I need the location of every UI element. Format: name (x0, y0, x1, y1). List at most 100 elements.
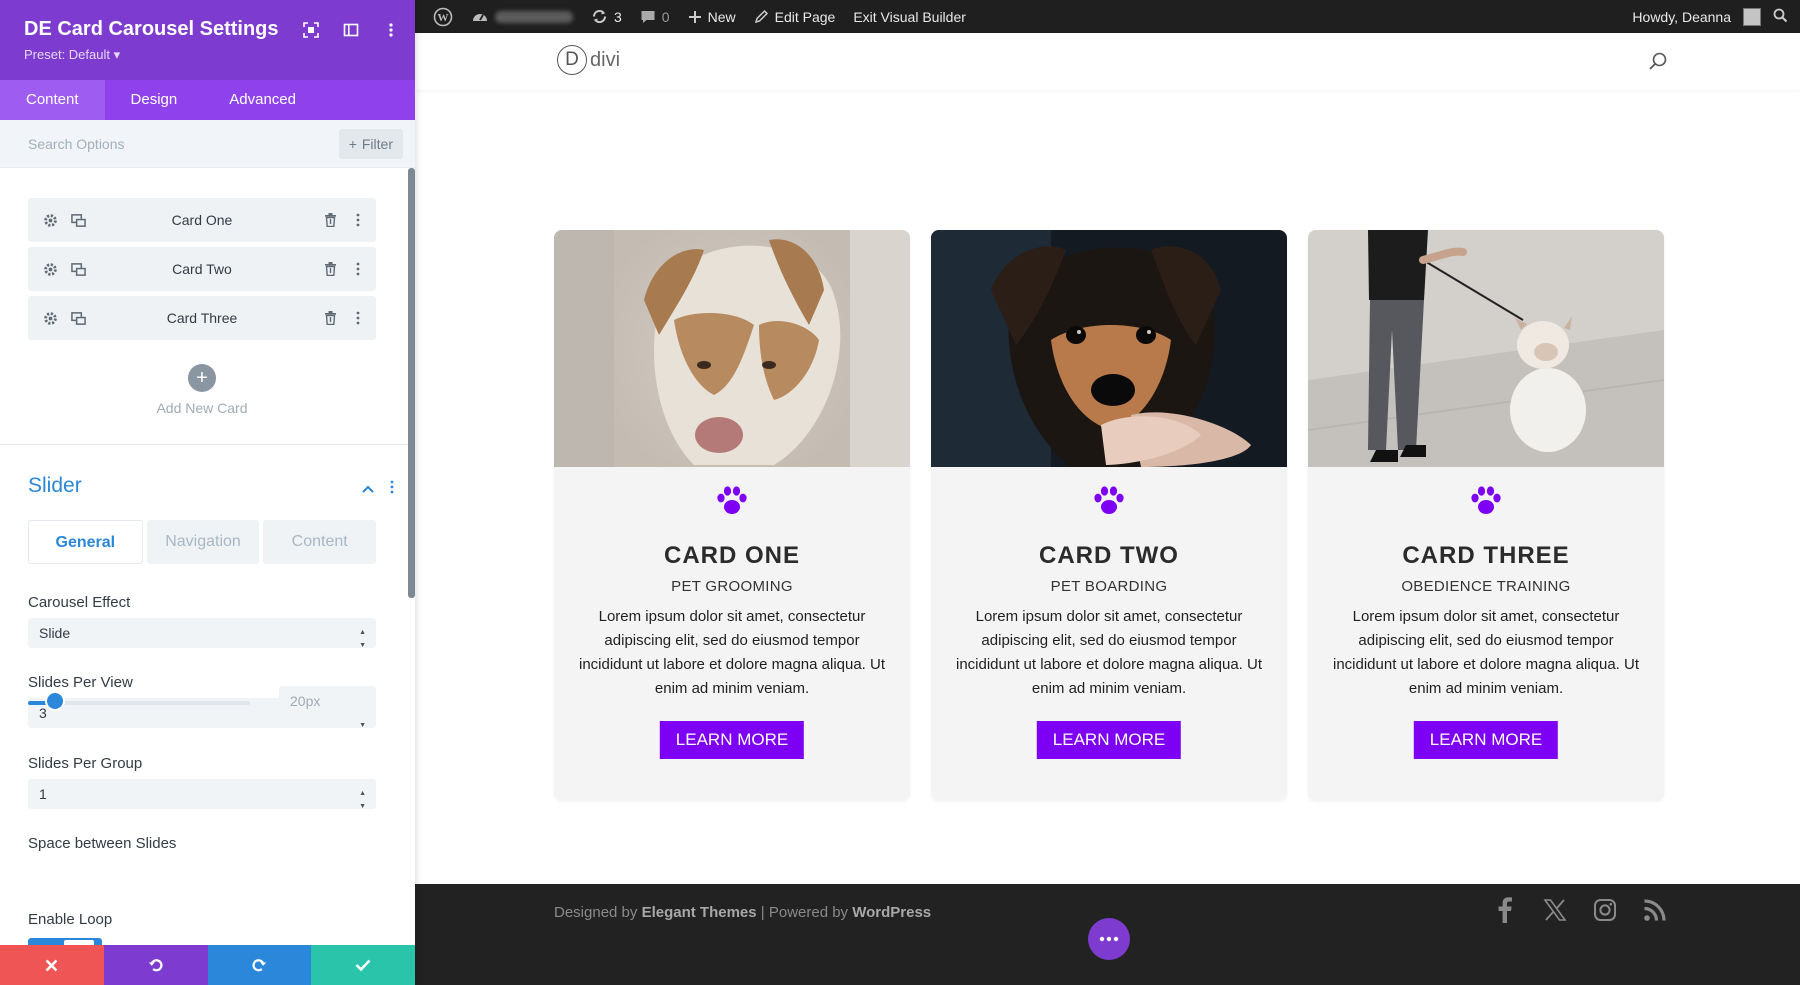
carousel-effect-value: Slide (39, 625, 71, 641)
filter-label: Filter (361, 136, 393, 152)
howdy-user-menu[interactable]: Howdy, Deanna (1632, 9, 1731, 25)
more-options-icon[interactable] (381, 20, 401, 40)
slider-subtabs: General Navigation Content (28, 520, 377, 564)
card-subtitle: OBEDIENCE TRAINING (1401, 578, 1571, 595)
app-root: DE Card Carousel Settings Preset: Defaul… (0, 0, 1800, 985)
edit-page-label: Edit Page (774, 8, 836, 25)
learn-more-button[interactable]: LEARN MORE (1036, 721, 1182, 759)
learn-more-button[interactable]: LEARN MORE (1413, 721, 1559, 759)
subtab-content[interactable]: Content (263, 520, 377, 564)
tab-advanced[interactable]: Advanced (203, 80, 322, 120)
tab-content[interactable]: Content (0, 80, 105, 120)
preset-dropdown[interactable]: Preset: Default ▾ (24, 47, 120, 63)
panel-header: DE Card Carousel Settings Preset: Defaul… (0, 0, 415, 80)
undo-button[interactable] (103, 945, 208, 985)
paw-icon (554, 486, 910, 516)
comments-menu[interactable]: 0 (640, 9, 670, 25)
plus-icon: + (348, 136, 357, 152)
dashboard-gauge-icon (473, 13, 487, 21)
exit-visual-builder-link[interactable]: Exit Visual Builder (853, 9, 966, 25)
redo-button[interactable] (207, 945, 312, 985)
carousel-effect-label: Carousel Effect (28, 594, 131, 611)
card-item-two[interactable]: Card Two (28, 247, 376, 291)
add-new-card[interactable]: + Add New Card (0, 364, 404, 416)
subtab-navigation[interactable]: Navigation (146, 520, 260, 564)
fullscreen-icon[interactable] (301, 20, 321, 40)
more-options-icon[interactable] (350, 212, 366, 228)
learn-more-button[interactable]: LEARN MORE (659, 721, 805, 759)
wp-admin-bar: W 3 0 New Edit Page Exit Visual Builder … (415, 0, 1800, 33)
search-icon[interactable] (1773, 8, 1788, 26)
builder-settings-fab[interactable] (1088, 918, 1130, 960)
card-body: Lorem ipsum dolor sit amet, consectetur … (578, 608, 886, 697)
more-options-icon[interactable] (350, 261, 366, 277)
elegant-themes-link[interactable]: Elegant Themes (642, 904, 757, 921)
service-card-one: CARD ONE PET GROOMING Lorem ipsum dolor … (554, 230, 910, 801)
trash-icon[interactable] (322, 212, 338, 228)
split-view-icon[interactable] (341, 20, 361, 40)
paw-icon (931, 486, 1287, 516)
tab-design[interactable]: Design (105, 80, 204, 120)
wordpress-link[interactable]: WordPress (852, 904, 931, 921)
chevron-up-icon[interactable] (362, 480, 374, 498)
site-name-menu[interactable] (471, 8, 573, 26)
refresh-icon (592, 9, 607, 24)
card-photo-dog-training (1308, 230, 1664, 467)
card-subtitle: PET GROOMING (671, 578, 793, 595)
space-between-input[interactable]: 20px (279, 686, 376, 716)
duplicate-icon[interactable] (70, 212, 86, 228)
divi-logo[interactable]: D divi (557, 45, 620, 75)
gear-icon[interactable] (42, 310, 58, 326)
subtab-general[interactable]: General (28, 520, 143, 564)
more-options-icon[interactable] (350, 310, 366, 326)
duplicate-icon[interactable] (70, 261, 86, 277)
gear-icon[interactable] (42, 261, 58, 277)
carousel-effect-select[interactable]: Slide ▲ ▼ (28, 618, 376, 649)
instagram-icon[interactable] (1592, 897, 1618, 923)
wordpress-logo-icon[interactable]: W (433, 7, 453, 27)
select-arrows-icon: ▲▼ (359, 629, 366, 649)
slides-per-group-label: Slides Per Group (28, 755, 143, 772)
paw-icon (1308, 486, 1664, 516)
discard-button[interactable] (0, 945, 104, 985)
section-divider (0, 444, 408, 445)
space-between-slider-handle[interactable] (46, 693, 63, 709)
gear-icon[interactable] (42, 212, 58, 228)
footer-designed-by: Designed by (554, 904, 638, 921)
card-item-three[interactable]: Card Three (28, 296, 376, 340)
svg-text:W: W (438, 12, 449, 24)
trash-icon[interactable] (322, 261, 338, 277)
rss-icon[interactable] (1642, 897, 1668, 923)
card-body: Lorem ipsum dolor sit amet, consectetur … (955, 608, 1263, 697)
search-icon[interactable] (1648, 51, 1668, 71)
avatar[interactable] (1743, 7, 1761, 26)
x-twitter-icon[interactable] (1542, 897, 1568, 923)
ellipsis-icon (1099, 936, 1119, 942)
slider-section-title[interactable]: Slider (28, 474, 82, 498)
enable-loop-label: Enable Loop (28, 911, 113, 928)
slides-per-group-select[interactable]: 1 ▲ ▼ (28, 779, 376, 810)
more-options-icon[interactable] (390, 480, 394, 499)
trash-icon[interactable] (322, 310, 338, 326)
service-card-two: CARD TWO PET BOARDING Lorem ipsum dolor … (931, 230, 1287, 801)
new-content-menu[interactable]: New (688, 9, 736, 25)
redo-icon (252, 959, 267, 972)
add-card-plus-icon[interactable]: + (188, 364, 216, 392)
site-name-blurred (495, 10, 573, 23)
edit-page-link[interactable]: Edit Page (754, 8, 836, 25)
search-options-input[interactable] (18, 128, 318, 160)
search-row: + Filter (0, 120, 415, 168)
slides-per-view-value: 3 (39, 705, 47, 721)
save-button[interactable] (311, 945, 415, 985)
panel-title: DE Card Carousel Settings (24, 18, 279, 40)
panel-body: Card One Card Two Card Three + Add New C… (0, 168, 408, 945)
card-item-one[interactable]: Card One (28, 198, 376, 242)
updates-menu[interactable]: 3 (591, 8, 622, 25)
action-bar (0, 945, 415, 985)
panel-scrollbar[interactable] (408, 168, 415, 598)
filter-button[interactable]: + Filter (338, 129, 403, 159)
slides-per-view-label: Slides Per View (28, 674, 133, 691)
duplicate-icon[interactable] (70, 310, 86, 326)
card-body: Lorem ipsum dolor sit amet, consectetur … (1332, 608, 1640, 697)
facebook-icon[interactable] (1492, 897, 1518, 923)
